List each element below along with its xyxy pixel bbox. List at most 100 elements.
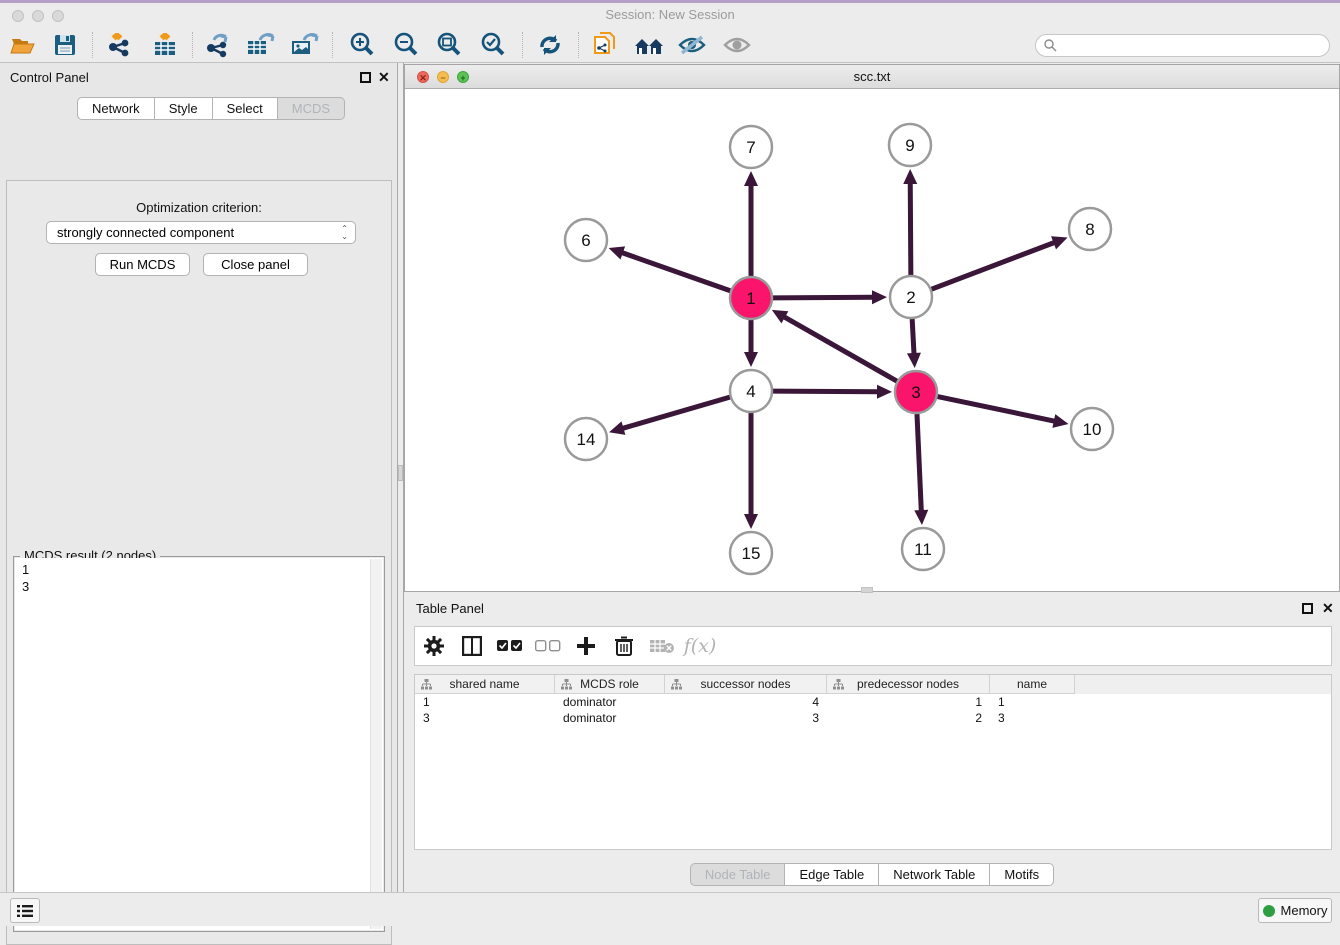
- edge-arrowhead-icon: [907, 353, 921, 368]
- main-toolbar: [0, 27, 1340, 63]
- tab-style[interactable]: Style: [155, 97, 213, 120]
- toolbar-separator: [92, 32, 93, 58]
- select-all-checkboxes-icon[interactable]: [491, 628, 529, 664]
- zoom-in-icon[interactable]: [345, 30, 379, 60]
- column-header[interactable]: successor nodes: [665, 675, 827, 694]
- graph-node-label: 4: [746, 382, 755, 401]
- graph-edge[interactable]: [621, 252, 730, 290]
- first-neighbors-icon[interactable]: [632, 30, 666, 60]
- import-network-icon[interactable]: [103, 30, 137, 60]
- horizontal-splitter-grip[interactable]: [861, 587, 873, 593]
- tab-network-table[interactable]: Network Table: [879, 863, 990, 886]
- optimization-criterion-label: Optimization criterion:: [7, 200, 391, 215]
- column-type-icon: [561, 679, 572, 690]
- network-window-titlebar[interactable]: ✕ − + scc.txt: [405, 65, 1339, 89]
- graph-node-label: 9: [905, 136, 914, 155]
- task-history-button[interactable]: [10, 898, 40, 923]
- save-session-icon[interactable]: [48, 30, 82, 60]
- zoom-out-icon[interactable]: [389, 30, 423, 60]
- graph-node-label: 3: [911, 383, 920, 402]
- close-panel-button[interactable]: Close panel: [203, 253, 308, 276]
- titlebar: Session: New Session: [0, 3, 1340, 27]
- search-icon: [1044, 39, 1057, 52]
- result-scrollbar[interactable]: [370, 559, 382, 929]
- edge-arrowhead-icon: [1052, 414, 1068, 428]
- column-header[interactable]: name: [990, 675, 1075, 694]
- zoom-selected-icon[interactable]: [476, 30, 510, 60]
- memory-button[interactable]: Memory: [1258, 898, 1332, 923]
- column-type-icon: [833, 679, 844, 690]
- open-session-icon[interactable]: [6, 30, 40, 60]
- search-field[interactable]: [1035, 34, 1330, 57]
- graph-edge[interactable]: [917, 414, 921, 512]
- toolbar-separator: [192, 32, 193, 58]
- tab-edge-table[interactable]: Edge Table: [785, 863, 879, 886]
- table-row[interactable]: 3 dominator 3 2 3: [415, 710, 1331, 726]
- toolbar-separator: [522, 32, 523, 58]
- refresh-layout-icon[interactable]: [533, 30, 567, 60]
- graph-edge[interactable]: [773, 297, 874, 298]
- import-table-icon[interactable]: [148, 30, 182, 60]
- edge-arrowhead-icon: [744, 514, 758, 529]
- graph-edge[interactable]: [773, 391, 879, 392]
- column-header[interactable]: MCDS role: [555, 675, 665, 694]
- export-network-icon[interactable]: [201, 30, 235, 60]
- delete-column-icon[interactable]: [605, 628, 643, 664]
- graph-edge[interactable]: [910, 182, 911, 275]
- add-column-icon[interactable]: [567, 628, 605, 664]
- edge-arrowhead-icon: [744, 352, 758, 367]
- control-panel-header: Control Panel ✕: [0, 66, 397, 88]
- table-header-row: shared name MCDS role successor nodes pr…: [415, 675, 1331, 694]
- list-icon: [17, 904, 33, 918]
- control-panel-title: Control Panel: [10, 70, 89, 85]
- criterion-dropdown[interactable]: strongly connected component ⌃⌄: [46, 221, 356, 244]
- deselect-all-checkboxes-icon[interactable]: [529, 628, 567, 664]
- edge-arrowhead-icon: [914, 510, 928, 525]
- zoom-fit-icon[interactable]: [432, 30, 466, 60]
- edge-arrowhead-icon: [609, 421, 625, 434]
- splitter-grip[interactable]: [398, 465, 403, 481]
- search-input[interactable]: [1062, 39, 1329, 53]
- table-toolbar: f(x): [414, 626, 1332, 666]
- network-canvas[interactable]: 7968124314101511: [405, 89, 1339, 591]
- mcds-result-item: 3: [22, 578, 383, 595]
- graph-edge[interactable]: [938, 397, 1056, 422]
- hide-selected-icon[interactable]: [675, 30, 709, 60]
- tab-select[interactable]: Select: [213, 97, 278, 120]
- graph-edge[interactable]: [783, 316, 897, 381]
- mcds-result-group: MCDS result (2 nodes) 1 3: [13, 556, 385, 932]
- delete-table-icon: [643, 628, 681, 664]
- close-panel-icon[interactable]: ✕: [378, 69, 390, 86]
- tab-node-table[interactable]: Node Table: [690, 863, 786, 886]
- network-view-title: scc.txt: [405, 69, 1339, 84]
- graph-edge[interactable]: [932, 242, 1056, 289]
- export-image-icon[interactable]: [288, 30, 322, 60]
- mcds-panel: Optimization criterion: strongly connect…: [6, 180, 392, 945]
- gear-icon[interactable]: [415, 628, 453, 664]
- new-network-from-selection-icon[interactable]: [588, 30, 622, 60]
- mcds-result-list[interactable]: 1 3: [15, 558, 383, 930]
- graph-node-label: 6: [581, 231, 590, 250]
- mcds-result-item: 1: [22, 561, 383, 578]
- column-header[interactable]: predecessor nodes: [827, 675, 990, 694]
- column-header[interactable]: shared name: [415, 675, 555, 694]
- node-table[interactable]: shared name MCDS role successor nodes pr…: [414, 674, 1332, 850]
- graph-node-label: 11: [914, 540, 932, 559]
- close-table-panel-icon[interactable]: ✕: [1322, 600, 1334, 617]
- float-table-panel-icon[interactable]: [1302, 603, 1313, 614]
- tab-motifs[interactable]: Motifs: [990, 863, 1054, 886]
- edge-arrowhead-icon: [903, 169, 917, 184]
- show-all-icon: [720, 30, 754, 60]
- application-window: Session: New Session: [0, 0, 1340, 926]
- float-panel-icon[interactable]: [360, 72, 371, 83]
- export-table-icon[interactable]: [244, 30, 278, 60]
- tab-mcds[interactable]: MCDS: [278, 97, 345, 120]
- table-row[interactable]: 1 dominator 4 1 1: [415, 694, 1331, 710]
- graph-edge[interactable]: [912, 319, 914, 355]
- graph-edge[interactable]: [622, 397, 730, 429]
- column-layout-icon[interactable]: [453, 628, 491, 664]
- edge-arrowhead-icon: [609, 246, 625, 259]
- tab-network[interactable]: Network: [77, 97, 155, 120]
- edge-arrowhead-icon: [877, 385, 892, 399]
- run-mcds-button[interactable]: Run MCDS: [95, 253, 190, 276]
